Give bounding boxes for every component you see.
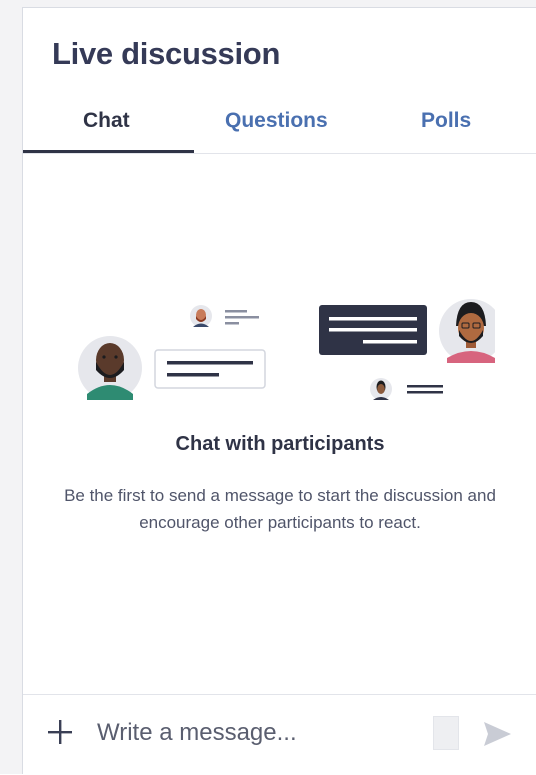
message-composer	[23, 694, 536, 775]
app-frame: Live discussion Chat Questions Polls Cha…	[0, 0, 536, 774]
message-bubble-left	[154, 349, 266, 389]
emoji-icon[interactable]	[433, 716, 459, 750]
tab-chat[interactable]: Chat	[83, 109, 130, 133]
participant-avatar-small-top	[190, 305, 259, 327]
live-discussion-panel: Live discussion Chat Questions Polls Cha…	[22, 7, 536, 774]
chat-illustration	[78, 299, 495, 400]
tab-questions[interactable]: Questions	[225, 109, 328, 133]
message-input[interactable]	[97, 713, 417, 753]
tab-polls[interactable]: Polls	[421, 109, 471, 133]
participant-avatar-right	[439, 299, 495, 363]
panel-title: Live discussion	[52, 36, 281, 71]
participant-avatar-small-bottom	[370, 378, 443, 400]
tab-bar: Chat Questions Polls	[23, 103, 536, 154]
plus-icon[interactable]	[45, 717, 75, 747]
send-icon[interactable]	[481, 719, 513, 749]
active-tab-indicator	[23, 150, 194, 153]
empty-state-heading: Chat with participants	[175, 433, 385, 455]
message-bubble-dark	[319, 305, 427, 355]
empty-state-description: Be the first to send a message to start …	[64, 486, 496, 532]
participant-avatar-left	[78, 336, 142, 400]
